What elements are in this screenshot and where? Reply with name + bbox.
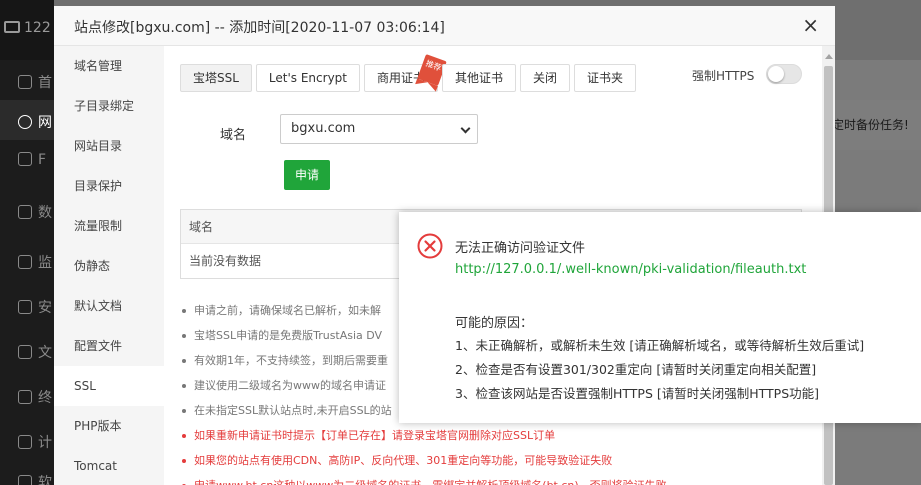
apply-button[interactable]: 申请 xyxy=(284,160,330,190)
modal-title: 站点修改[bgxu.com] -- 添加时间[2020-11-07 03:06:… xyxy=(74,20,445,36)
popup-reason-heading: 可能的原因： xyxy=(455,316,534,331)
scroll-up-arrow-icon[interactable] xyxy=(825,54,833,59)
bg-nav-website[interactable]: 网 xyxy=(0,100,54,140)
note-item: 如果重新申请证书时提示【订单已存在】请登录宝塔官网删除对应SSL订单 xyxy=(178,423,818,448)
monitor-icon xyxy=(4,21,20,33)
sidebar-item-dir-protect[interactable]: 目录保护 xyxy=(54,166,164,206)
popup-url: http://127.0.0.1/.well-known/pki-validat… xyxy=(455,262,807,277)
domain-select-value: bgxu.com xyxy=(291,121,356,136)
sidebar-item-domain[interactable]: 域名管理 xyxy=(54,46,164,86)
user-icon xyxy=(18,152,32,166)
bg-nav-label: 安 xyxy=(38,300,52,316)
background-card: 定时备份任务! xyxy=(820,100,921,150)
tab-lets-encrypt[interactable]: Let's Encrypt xyxy=(255,64,360,92)
sidebar-item-subdir[interactable]: 子目录绑定 xyxy=(54,86,164,126)
bg-nav-monitor[interactable]: 监 xyxy=(0,240,54,280)
terminal-icon xyxy=(18,390,32,404)
note-item: 如果您的站点有使用CDN、高防IP、反向代理、301重定向等功能，可能导致验证失… xyxy=(178,448,818,473)
bg-nav-files[interactable]: 文 xyxy=(0,330,54,370)
bg-nav-terminal[interactable]: 终 xyxy=(0,375,54,415)
close-icon[interactable]: × xyxy=(802,14,819,36)
bg-nav-label: 文 xyxy=(38,345,52,361)
bg-nav-software[interactable]: 软 xyxy=(0,460,54,485)
sidebar-item-default-doc[interactable]: 默认文档 xyxy=(54,286,164,326)
chevron-down-icon xyxy=(460,123,471,134)
sidebar-item-traffic-limit[interactable]: 流量限制 xyxy=(54,206,164,246)
bg-nav-cron[interactable]: 计 xyxy=(0,420,54,460)
tab-other-cert[interactable]: 其他证书 xyxy=(442,64,517,92)
error-popup: 无法正确访问验证文件 http://127.0.0.1/.well-known/… xyxy=(399,212,921,423)
bg-nav-label: 软 xyxy=(38,475,52,485)
home-icon xyxy=(18,75,32,89)
bg-nav-label: 监 xyxy=(38,255,52,271)
sidebar-item-php[interactable]: PHP版本 xyxy=(54,406,164,446)
apps-icon xyxy=(18,475,32,485)
tab-commercial[interactable]: 商用证书 推荐 xyxy=(364,54,447,92)
tab-close[interactable]: 关闭 xyxy=(520,64,571,92)
globe-icon xyxy=(18,115,32,129)
sidebar-item-rewrite[interactable]: 伪静态 xyxy=(54,246,164,286)
chart-icon xyxy=(18,255,32,269)
toggle-knob xyxy=(768,66,784,82)
popup-title: 无法正确访问验证文件 xyxy=(455,241,586,256)
note-item: 申请www.bt.cn这种以www为二级域名的证书，需绑定并解析顶级域名(bt.… xyxy=(178,473,818,485)
calendar-icon xyxy=(18,435,32,449)
bg-nav-label: F xyxy=(38,152,47,168)
bg-nav-home[interactable]: 首 xyxy=(0,60,54,100)
folder-icon xyxy=(18,345,32,359)
sidebar-item-ssl[interactable]: SSL xyxy=(54,366,164,406)
background-card-text: 定时备份任务! xyxy=(832,118,909,132)
bg-nav-label: 计 xyxy=(38,435,52,451)
sidebar-item-site-dir[interactable]: 网站目录 xyxy=(54,126,164,166)
bg-nav-security[interactable]: 安 xyxy=(0,285,54,325)
sidebar-item-tomcat[interactable]: Tomcat xyxy=(54,446,164,485)
database-icon xyxy=(18,205,32,219)
shield-icon xyxy=(18,300,32,314)
popup-reason-2: 2、检查是否有设置301/302重定向 [请暂时关闭重定向相关配置] xyxy=(455,362,817,377)
tab-cert-folder[interactable]: 证书夹 xyxy=(574,64,637,92)
force-https-label: 强制HTTPS xyxy=(692,69,755,83)
bg-nav-label: 终 xyxy=(38,390,52,406)
sidebar-item-config[interactable]: 配置文件 xyxy=(54,326,164,366)
bg-nav-database[interactable]: 数 xyxy=(0,190,54,230)
ssl-tabs: 宝塔SSL Let's Encrypt 商用证书 推荐 其他证书 关闭 证书夹 xyxy=(180,54,640,92)
bg-nav-ftp[interactable]: F xyxy=(0,140,54,180)
background-sidebar: 122 首 网 F 数 监 安 文 终 计 软 xyxy=(0,0,54,485)
domain-select[interactable]: bgxu.com xyxy=(280,114,478,144)
bg-nav-label: 首 xyxy=(38,75,52,91)
domain-label: 域名 xyxy=(220,128,247,143)
error-icon xyxy=(417,233,443,259)
bg-nav-label: 网 xyxy=(38,115,52,131)
panel-ip: 122 xyxy=(24,20,51,36)
popup-reason-3: 3、检查该网站是否设置强制HTTPS [请暂时关闭强制HTTPS功能] xyxy=(455,386,820,401)
popup-reason-1: 1、未正确解析，或解析未生效 [请正确解析域名，或等待解析生效后重试] xyxy=(455,338,865,353)
modal-sidebar: 域名管理 子目录绑定 网站目录 目录保护 流量限制 伪静态 默认文档 配置文件 … xyxy=(54,46,164,485)
bg-nav-label: 数 xyxy=(38,205,52,221)
tab-bt-ssl[interactable]: 宝塔SSL xyxy=(180,64,252,92)
panel-logo[interactable]: 122 xyxy=(0,0,54,60)
force-https-toggle[interactable] xyxy=(766,64,802,84)
modal-header: 站点修改[bgxu.com] -- 添加时间[2020-11-07 03:06:… xyxy=(54,6,835,46)
